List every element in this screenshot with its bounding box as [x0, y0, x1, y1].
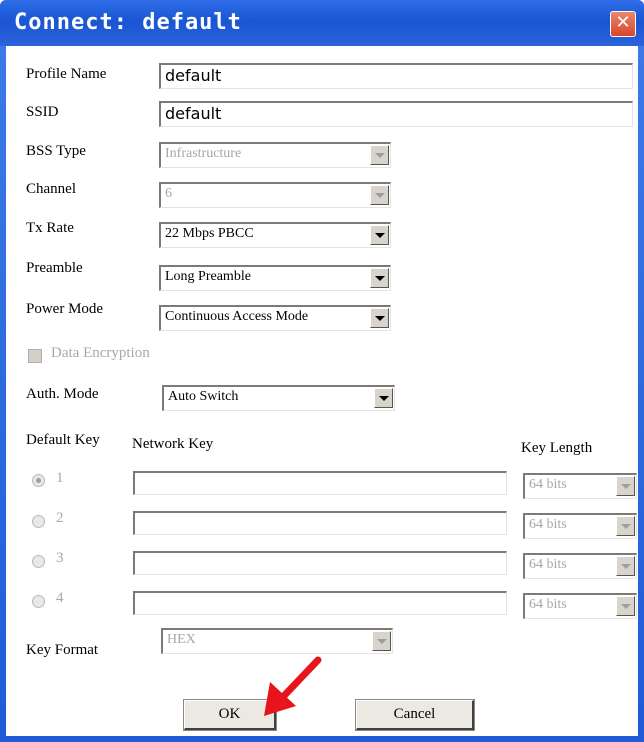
chevron-down-icon: [370, 145, 389, 165]
data-encryption-label: Data Encryption: [51, 345, 150, 361]
data-encryption-checkbox[interactable]: [28, 349, 42, 363]
cancel-button[interactable]: Cancel: [356, 700, 474, 730]
key-1-index: 1: [56, 470, 64, 486]
power-mode-value: Continuous Access Mode: [165, 309, 309, 324]
key-length-label: Key Length: [521, 440, 593, 456]
red-arrow-icon: [264, 656, 322, 716]
key-2-length-select[interactable]: 64 bits: [523, 513, 637, 539]
profile-name-label: Profile Name: [26, 66, 107, 82]
chevron-down-icon: [370, 185, 389, 205]
bss-type-select[interactable]: Infrastructure: [159, 142, 391, 168]
channel-value: 6: [165, 186, 172, 201]
key-4-length-value: 64 bits: [529, 597, 567, 612]
dialog-body: Profile Name default SSID default BSS Ty…: [6, 46, 638, 736]
close-button[interactable]: ✕: [610, 11, 636, 37]
key-1-length-value: 64 bits: [529, 477, 567, 492]
chevron-down-icon: [370, 308, 389, 328]
key-1-length-select[interactable]: 64 bits: [523, 473, 637, 499]
auth-mode-select[interactable]: Auto Switch: [162, 385, 395, 411]
network-key-4-input[interactable]: [133, 591, 507, 615]
power-mode-label: Power Mode: [26, 301, 104, 317]
title-bar[interactable]: Connect: default ✕: [0, 0, 644, 46]
auth-mode-value: Auto Switch: [168, 389, 239, 404]
preamble-value: Long Preamble: [165, 269, 251, 284]
key-4-length-select[interactable]: 64 bits: [523, 593, 637, 619]
power-mode-select[interactable]: Continuous Access Mode: [159, 305, 391, 331]
network-key-2-input[interactable]: [133, 511, 507, 535]
profile-name-input[interactable]: default: [159, 63, 633, 89]
network-key-label: Network Key: [132, 436, 214, 452]
preamble-label: Preamble: [26, 260, 83, 276]
chevron-down-icon: [616, 516, 635, 536]
key-3-radio[interactable]: [32, 555, 45, 568]
key-4-radio[interactable]: [32, 595, 45, 608]
channel-select[interactable]: 6: [159, 182, 391, 208]
key-2-index: 2: [56, 510, 64, 526]
chevron-down-icon: [616, 476, 635, 496]
chevron-down-icon: [372, 631, 391, 651]
network-key-1-input[interactable]: [133, 471, 507, 495]
bss-type-label: BSS Type: [26, 143, 86, 159]
close-icon: ✕: [615, 12, 631, 33]
chevron-down-icon: [374, 388, 393, 408]
key-3-length-select[interactable]: 64 bits: [523, 553, 637, 579]
ssid-label: SSID: [26, 104, 59, 120]
chevron-down-icon: [370, 225, 389, 245]
chevron-down-icon: [616, 596, 635, 616]
key-1-radio[interactable]: [32, 474, 45, 487]
preamble-select[interactable]: Long Preamble: [159, 265, 391, 291]
key-format-select[interactable]: HEX: [161, 628, 393, 654]
tx-rate-value: 22 Mbps PBCC: [165, 226, 254, 241]
key-2-length-value: 64 bits: [529, 517, 567, 532]
key-4-index: 4: [56, 590, 64, 606]
window-title: Connect: default: [14, 10, 242, 35]
key-3-index: 3: [56, 550, 64, 566]
ssid-input[interactable]: default: [159, 101, 633, 127]
network-key-3-input[interactable]: [133, 551, 507, 575]
chevron-down-icon: [370, 268, 389, 288]
key-2-radio[interactable]: [32, 515, 45, 528]
connect-dialog: Connect: default ✕ Profile Name default …: [0, 0, 644, 742]
key-format-value: HEX: [167, 632, 196, 647]
auth-mode-label: Auth. Mode: [26, 386, 99, 402]
key-3-length-value: 64 bits: [529, 557, 567, 572]
channel-label: Channel: [26, 181, 76, 197]
key-format-label: Key Format: [26, 642, 99, 658]
chevron-down-icon: [616, 556, 635, 576]
default-key-label: Default Key: [26, 432, 100, 448]
tx-rate-select[interactable]: 22 Mbps PBCC: [159, 222, 391, 248]
bss-type-value: Infrastructure: [165, 146, 242, 161]
tx-rate-label: Tx Rate: [26, 220, 74, 236]
